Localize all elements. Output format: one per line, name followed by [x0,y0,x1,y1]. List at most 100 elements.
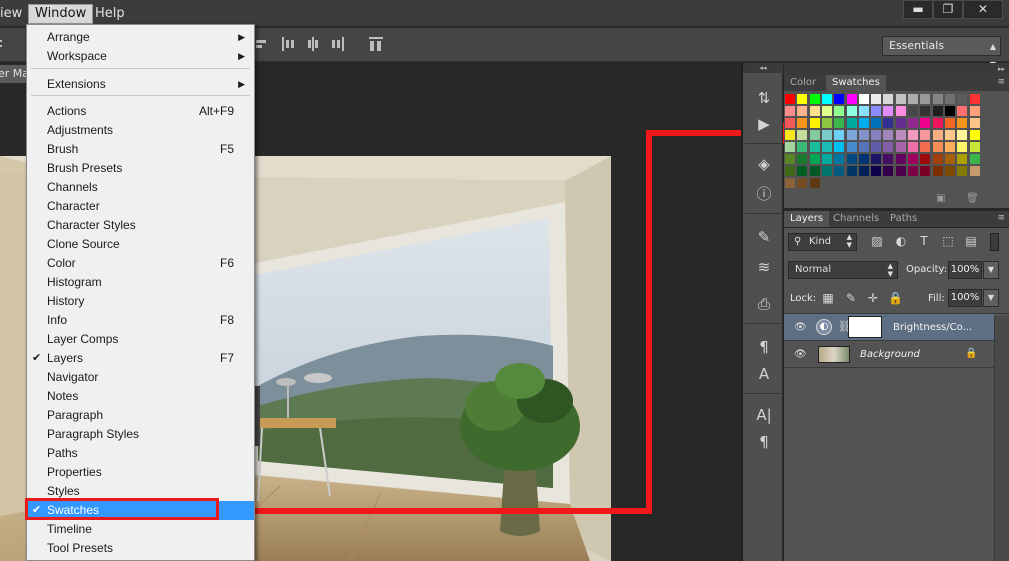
swatch[interactable] [883,142,894,152]
menu-item-color[interactable]: Color F6 [27,254,254,273]
swatch[interactable] [932,130,943,140]
swatch[interactable] [809,130,820,140]
swatch[interactable] [969,106,980,116]
type-filter-icon[interactable]: T [917,234,931,248]
menu-help[interactable]: Help [89,5,131,23]
swatch[interactable] [846,118,857,128]
swatch[interactable] [969,142,980,152]
swatch[interactable] [785,142,795,152]
swatch[interactable] [883,106,894,116]
swatch[interactable] [871,130,882,140]
3d-cube-icon[interactable]: ◈ [754,155,774,173]
filter-toggle[interactable] [990,233,999,251]
swatch[interactable] [895,142,906,152]
swatch[interactable] [920,118,931,128]
swatch[interactable] [858,166,869,176]
panel-menu-icon[interactable]: ≡ [997,77,1005,87]
distribute-left-icon[interactable] [282,37,296,51]
swatch[interactable] [957,154,968,164]
swatch[interactable] [932,94,943,104]
swatch[interactable] [957,142,968,152]
menu-item-histogram[interactable]: Histogram [27,273,254,292]
tab-swatches[interactable]: Swatches [826,75,886,91]
menu-item-paragraph-styles[interactable]: Paragraph Styles [27,425,254,444]
swatch[interactable] [797,178,808,188]
swatch[interactable] [785,106,795,116]
menu-item-notes[interactable]: Notes [27,387,254,406]
swatch[interactable] [821,166,832,176]
swatch[interactable] [871,106,882,116]
menu-item-paths[interactable]: Paths [27,444,254,463]
swatch[interactable] [908,106,918,116]
swatch[interactable] [969,118,980,128]
layer-mask-thumbnail[interactable] [848,316,882,338]
swatch[interactable] [895,94,906,104]
swatch[interactable] [846,142,857,152]
fill-field[interactable]: 100% [948,289,982,307]
menu-item-layers[interactable]: ✔ Layers F7 [27,349,254,368]
menu-view[interactable]: iew [0,5,28,23]
swatch[interactable] [797,118,808,128]
layer-name[interactable]: Brightness/Co... [893,322,972,333]
menu-item-navigator[interactable]: Navigator [27,368,254,387]
menu-item-character-styles[interactable]: Character Styles [27,216,254,235]
swatch[interactable] [846,166,857,176]
distribute-right-icon[interactable] [330,37,344,51]
swatch[interactable] [871,166,882,176]
swatch[interactable] [834,154,845,164]
swatch[interactable] [920,142,931,152]
swatch[interactable] [908,118,918,128]
menu-item-workspace[interactable]: Workspace ▶ [27,47,254,66]
minimize-button[interactable]: ▬ [903,0,933,19]
clone-source-icon[interactable]: ⎙ [754,295,774,313]
swatch[interactable] [944,154,955,164]
swatch[interactable] [883,94,894,104]
menu-item-channels[interactable]: Channels [27,178,254,197]
lock-position-icon[interactable]: ✛ [866,291,880,305]
layer-name[interactable]: Background [860,349,920,360]
shape-filter-icon[interactable]: ⬚ [941,234,955,248]
swatch[interactable] [809,142,820,152]
new-swatch-icon[interactable]: ▣ [936,193,945,204]
swatch[interactable] [834,130,845,140]
swatch[interactable] [908,130,918,140]
swatch[interactable] [957,118,968,128]
tab-channels[interactable]: Channels [827,211,885,227]
swatch[interactable] [834,94,845,104]
menu-item-timeline[interactable]: Timeline [27,520,254,539]
swatch[interactable] [846,154,857,164]
swatch[interactable] [858,106,869,116]
layer-row-background[interactable]: 👁 Background 🔒 [784,341,994,368]
swatch[interactable] [797,154,808,164]
restore-button[interactable]: ❐ [933,0,963,19]
character-styles-icon[interactable]: A [754,365,774,383]
fill-dropdown-button[interactable]: ▼ [983,289,999,307]
swatch[interactable] [895,130,906,140]
layer-row-brightness[interactable]: 👁 ◐ ⛓ Brightness/Co... [784,314,994,341]
swatch[interactable] [920,154,931,164]
menu-item-brush-presets[interactable]: Brush Presets [27,159,254,178]
menu-item-arrange[interactable]: Arrange ▶ [27,28,254,47]
swatch[interactable] [944,106,955,116]
menu-item-info[interactable]: Info F8 [27,311,254,330]
swatch[interactable] [944,166,955,176]
filter-kind-select[interactable]: ⚲ Kind ▲ ▼ [788,233,857,251]
swatch[interactable] [944,130,955,140]
swatch[interactable] [785,154,795,164]
swatch[interactable] [871,142,882,152]
swatch[interactable] [834,106,845,116]
close-button[interactable]: ✕ [963,0,1003,19]
menu-window[interactable]: Window [28,4,94,24]
swatch[interactable] [797,106,808,116]
menu-item-history[interactable]: History [27,292,254,311]
panel-menu-icon[interactable]: ≡ [997,213,1005,223]
swatch[interactable] [846,130,857,140]
swatch[interactable] [957,94,968,104]
swatch[interactable] [895,106,906,116]
adjustment-filter-icon[interactable]: ◐ [894,234,908,248]
tab-layers[interactable]: Layers [784,211,830,227]
swatch[interactable] [809,166,820,176]
brush-presets-icon[interactable]: ≋ [754,258,774,276]
actions-play-icon[interactable]: ▶ [754,115,774,133]
collapse-arrows-icon[interactable]: ◂◂ [743,63,783,73]
